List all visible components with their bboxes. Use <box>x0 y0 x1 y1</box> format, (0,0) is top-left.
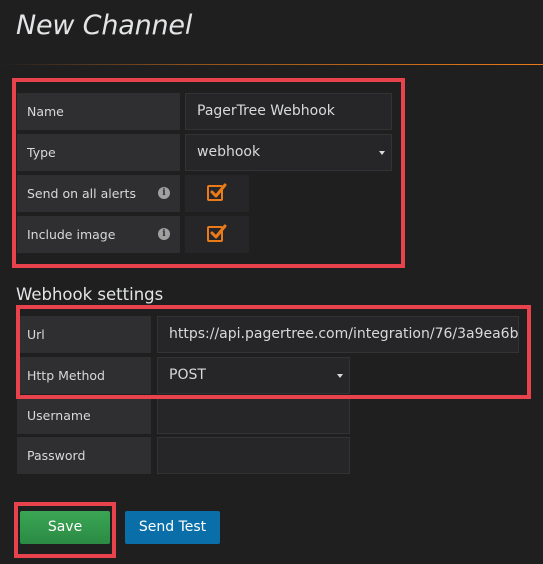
checkmark-icon <box>210 183 227 198</box>
username-label: Username <box>17 397 151 434</box>
info-icon[interactable]: i <box>158 187 170 199</box>
new-channel-page: New Channel Name PagerTree Webhook Type … <box>0 0 543 564</box>
webhook-settings-heading: Webhook settings <box>16 285 164 304</box>
type-select[interactable]: webhook <box>185 134 392 171</box>
send-test-button[interactable]: Send Test <box>125 511 220 544</box>
type-label-text: Type <box>27 145 56 160</box>
include-image-checkbox[interactable] <box>185 216 249 253</box>
type-select-value: webhook <box>197 144 261 160</box>
url-input[interactable]: https://api.pagertree.com/integration/76… <box>157 316 519 353</box>
type-label: Type <box>17 134 180 171</box>
password-label: Password <box>17 437 151 474</box>
send-all-label-text: Send on all alerts <box>27 186 136 201</box>
url-label: Url <box>17 316 151 353</box>
url-label-text: Url <box>27 327 45 342</box>
http-method-label-text: Http Method <box>27 368 105 383</box>
save-button[interactable]: Save <box>20 511 110 544</box>
name-label: Name <box>17 93 180 130</box>
password-input[interactable] <box>157 437 350 474</box>
include-image-label: Include image i <box>17 216 180 253</box>
username-label-text: Username <box>27 408 91 423</box>
password-label-text: Password <box>27 448 86 463</box>
chevron-down-icon <box>337 374 343 378</box>
http-method-label: Http Method <box>17 357 151 394</box>
name-label-text: Name <box>27 104 64 119</box>
chevron-down-icon <box>379 151 385 155</box>
username-input[interactable] <box>157 397 350 434</box>
page-title: New Channel <box>16 10 193 41</box>
send-all-label: Send on all alerts i <box>17 175 180 212</box>
title-divider <box>0 64 543 65</box>
include-image-label-text: Include image <box>27 227 116 242</box>
send-all-checkbox[interactable] <box>185 175 249 212</box>
http-method-select[interactable]: POST <box>157 357 350 394</box>
http-method-select-value: POST <box>169 367 206 383</box>
name-input[interactable]: PagerTree Webhook <box>185 93 392 130</box>
checkmark-icon <box>210 224 227 239</box>
info-icon[interactable]: i <box>158 228 170 240</box>
